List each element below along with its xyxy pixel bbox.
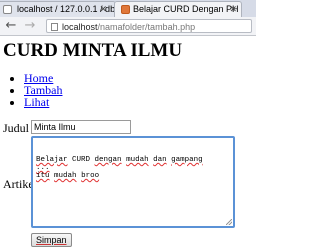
page-content: CURD MINTA ILMU Home Tambah Lihat Judul … xyxy=(0,36,256,250)
textarea-word: ... xyxy=(36,164,50,172)
textarea-line: itu mudah broo xyxy=(36,172,230,180)
tab-belajar-curd[interactable]: Belajar CURD Dengan PH ✕ xyxy=(114,1,242,17)
textarea-word: gampang xyxy=(171,156,203,164)
nav-menu: Home Tambah Lihat xyxy=(0,72,62,108)
forward-icon[interactable]: → xyxy=(22,18,38,34)
menu-item: Lihat xyxy=(24,96,62,108)
textarea-line: ... xyxy=(36,164,230,172)
page-icon xyxy=(3,5,12,14)
judul-label: Judul xyxy=(3,121,30,135)
back-icon[interactable]: ← xyxy=(3,18,19,34)
textarea-word: Belajar xyxy=(36,156,68,164)
textarea-word: CURD xyxy=(67,156,95,164)
textarea-word: mudah xyxy=(126,156,149,164)
textarea-word: itu xyxy=(36,172,50,180)
tab-phpmyadmin[interactable]: localhost / 127.0.0.1 / db ✕ xyxy=(0,1,116,17)
close-icon[interactable]: ✕ xyxy=(229,2,237,17)
judul-input[interactable]: Minta Ilmu xyxy=(31,120,131,134)
lihat-link[interactable]: Lihat xyxy=(24,95,49,109)
textarea-word: broo xyxy=(81,172,100,180)
textarea-word: mudah xyxy=(54,172,77,180)
tab-strip: localhost / 127.0.0.1 / db ✕ Belajar CUR… xyxy=(0,0,256,18)
textarea-word: dan xyxy=(153,156,167,164)
address-bar[interactable]: localhost/namafolder/tambah.php xyxy=(46,19,252,33)
close-icon[interactable]: ✕ xyxy=(99,2,107,17)
textarea-line: Belajar CURD dengan mudah dan gampang xyxy=(36,156,230,164)
page-icon xyxy=(51,22,58,31)
simpan-button[interactable]: Simpan xyxy=(31,233,72,247)
textarea-word: dengan xyxy=(94,156,122,164)
artikel-textarea[interactable]: Belajar CURD dengan mudah dan gampang...… xyxy=(31,136,235,228)
browser-toolbar: ← → localhost/namafolder/tambah.php xyxy=(0,17,256,36)
tab-label: Belajar CURD Dengan PH xyxy=(133,4,239,14)
simpan-label: Simpan xyxy=(36,235,67,245)
address-path: /namafolder/tambah.php xyxy=(97,22,196,32)
page-title: CURD MINTA ILMU xyxy=(3,40,183,61)
address-host: localhost xyxy=(62,22,98,32)
favicon xyxy=(121,5,130,14)
resize-grip-icon[interactable] xyxy=(226,219,232,225)
